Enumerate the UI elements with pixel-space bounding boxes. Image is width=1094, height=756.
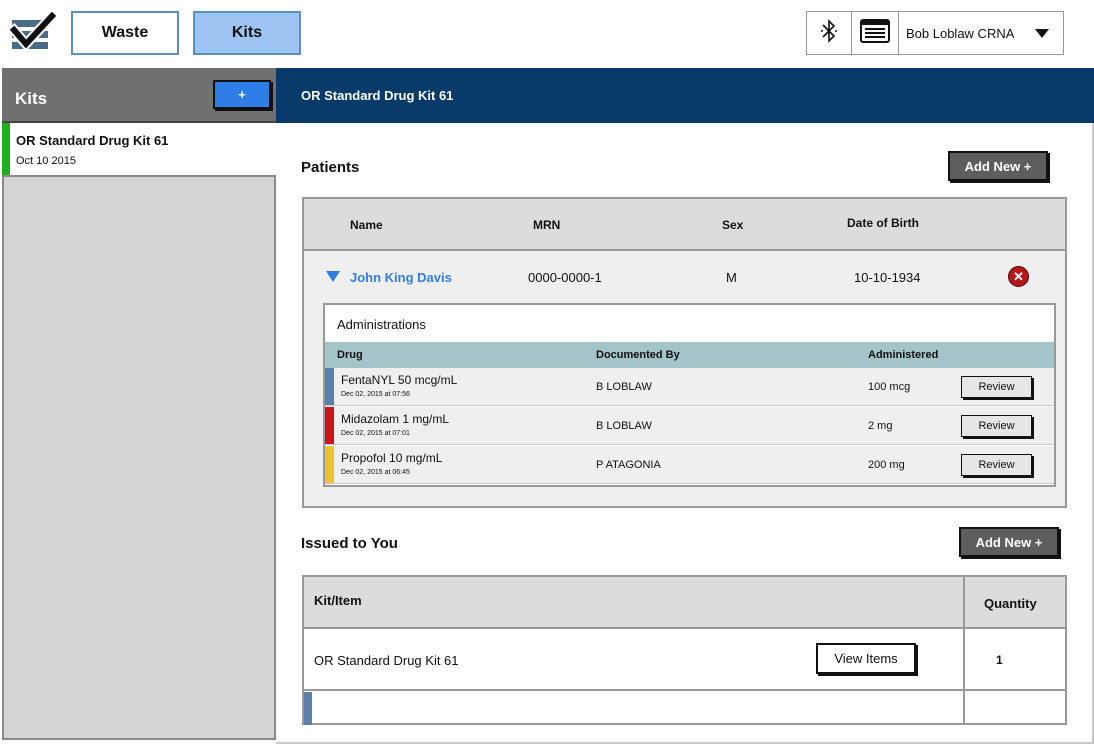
administrations-title: Administrations	[337, 317, 426, 332]
administered-amount: 100 mcg	[868, 381, 911, 393]
sidebar-header: Kits +	[2, 68, 276, 123]
view-items-button[interactable]: View Items	[816, 643, 916, 674]
bluetooth-icon	[820, 18, 838, 48]
drug-name: Midazolam 1 mg/mL	[341, 412, 450, 426]
sidebar-empty-area	[2, 175, 276, 740]
drug-color-marker	[325, 407, 334, 444]
review-button[interactable]: Review	[961, 376, 1032, 398]
documented-by: P ATAGONIA	[596, 459, 661, 471]
administration-time: Dec 02, 2015 at 06:45	[341, 469, 410, 476]
add-issued-button[interactable]: Add New +	[959, 527, 1059, 557]
patient-name-link[interactable]: John King Davis	[350, 270, 452, 285]
column-header-administered: Administered	[868, 349, 939, 361]
patient-sex: M	[726, 270, 737, 285]
review-label: Review	[978, 420, 1015, 432]
add-patient-label: Add New +	[964, 158, 1032, 174]
administrations-header: Drug Documented By Administered	[325, 342, 1054, 368]
review-label: Review	[978, 381, 1015, 393]
tab-kits[interactable]: Kits	[193, 11, 301, 55]
administered-amount: 200 mg	[868, 459, 905, 471]
add-patient-button[interactable]: Add New +	[948, 151, 1048, 181]
review-button[interactable]: Review	[961, 415, 1032, 437]
add-kit-label: +	[238, 87, 246, 102]
review-button[interactable]: Review	[961, 454, 1032, 476]
administration-row[interactable]: Propofol 10 mg/mL Dec 02, 2015 at 06:45 …	[325, 446, 1054, 484]
list-view-button[interactable]	[851, 11, 899, 55]
issued-quantity: 1	[996, 653, 1003, 667]
administration-row[interactable]: Midazolam 1 mg/mL Dec 02, 2015 at 07:01 …	[325, 407, 1054, 445]
column-header-kit-item: Kit/Item	[314, 593, 362, 608]
documented-by: B LOBLAW	[596, 381, 652, 393]
issued-title: Issued to You	[301, 535, 398, 552]
review-label: Review	[978, 459, 1015, 471]
remove-circle-icon[interactable]: ✕	[1008, 266, 1029, 287]
chevron-down-icon	[1035, 28, 1049, 38]
column-header-dob: Date of Birth	[847, 216, 919, 230]
column-header-mrn: MRN	[533, 218, 561, 232]
app-logo-icon	[6, 8, 60, 52]
empty-row-marker	[304, 692, 312, 725]
page-title: OR Standard Drug Kit 61	[301, 88, 454, 103]
column-header-documented-by: Documented By	[596, 349, 680, 361]
column-header-drug: Drug	[337, 349, 363, 361]
patients-table: Name MRN Sex Date of Birth John King Dav…	[302, 197, 1067, 508]
list-icon	[860, 18, 890, 48]
tab-kits-label: Kits	[231, 24, 263, 41]
tab-waste[interactable]: Waste	[71, 11, 179, 55]
content-border-bottom	[276, 742, 1094, 744]
documented-by: B LOBLAW	[596, 420, 652, 432]
sidebar-item-title: OR Standard Drug Kit 61	[16, 133, 169, 148]
patient-dob: 10-10-1934	[854, 270, 921, 285]
column-header-quantity: Quantity	[984, 596, 1037, 611]
bluetooth-button[interactable]	[806, 11, 852, 55]
row-divider	[304, 689, 1065, 691]
patients-table-header: Name MRN Sex Date of Birth	[304, 199, 1065, 251]
drug-name: FentaNYL 50 mcg/mL	[341, 373, 458, 387]
drug-color-marker	[325, 368, 334, 405]
main-header: OR Standard Drug Kit 61	[276, 68, 1094, 123]
patient-mrn: 0000-0000-1	[528, 270, 602, 285]
tab-waste-label: Waste	[101, 24, 149, 41]
issued-table: Kit/Item Quantity OR Standard Drug Kit 6…	[302, 575, 1067, 725]
administered-amount: 2 mg	[868, 420, 893, 432]
sidebar-item-kit[interactable]: OR Standard Drug Kit 61 Oct 10 2015	[2, 123, 276, 175]
expand-triangle-icon[interactable]	[326, 271, 340, 282]
administration-row[interactable]: FentaNYL 50 mcg/mL Dec 02, 2015 at 07:56…	[325, 368, 1054, 406]
column-header-sex: Sex	[722, 218, 744, 232]
drug-color-marker	[325, 446, 334, 483]
sidebar-title: Kits	[15, 89, 48, 108]
administration-time: Dec 02, 2015 at 07:01	[341, 430, 410, 437]
issued-table-header: Kit/Item Quantity	[304, 577, 1065, 629]
view-items-label: View Items	[834, 651, 898, 666]
add-issued-label: Add New +	[975, 534, 1043, 550]
column-divider	[963, 577, 965, 723]
patients-title: Patients	[301, 159, 360, 176]
add-kit-button[interactable]: +	[213, 80, 271, 109]
column-header-name: Name	[350, 218, 383, 232]
administrations-panel: Administrations Drug Documented By Admin…	[323, 303, 1056, 487]
administration-time: Dec 02, 2015 at 07:56	[341, 391, 410, 398]
drug-name: Propofol 10 mg/mL	[341, 451, 443, 465]
user-menu-dropdown[interactable]: Bob Loblaw CRNA	[898, 11, 1064, 55]
user-name: Bob Loblaw CRNA	[906, 25, 1015, 41]
sidebar-item-date: Oct 10 2015	[16, 155, 76, 167]
issued-item-name: OR Standard Drug Kit 61	[314, 653, 459, 668]
